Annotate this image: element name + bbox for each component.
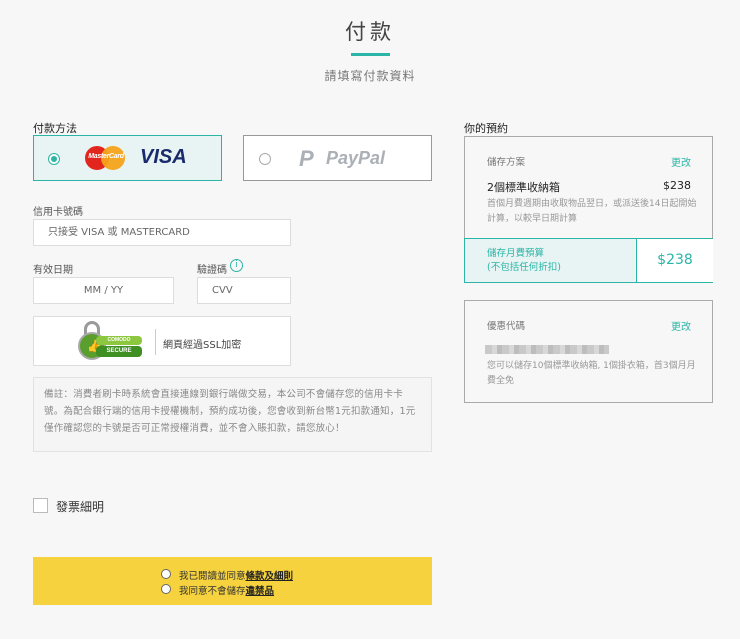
order-total: 儲存月費預算 (不包括任何折扣) $238 — [464, 238, 713, 283]
comodo-secure-seal: 👍 COMODO SECURE — [78, 321, 150, 363]
payment-option-paypal[interactable]: P PayPal — [243, 135, 432, 181]
order-summary: 儲存方案 更改 2個標準收納箱 $238 首個月費週期由收取物品翌日，或派送後1… — [464, 136, 713, 283]
plan-edit-link[interactable]: 更改 — [671, 154, 691, 169]
agree-terms-text: 我已閱讀並同意 — [179, 571, 246, 582]
total-price: $238 — [637, 239, 713, 282]
mastercard-logo: MasterCard — [85, 144, 125, 172]
ssl-badge: 👍 COMODO SECURE 網頁經過SSL加密 — [33, 316, 291, 366]
promo-box: 優惠代碼 更改 您可以儲存10個標準收納箱, 1個掛衣箱，首3個月月費全免 — [464, 300, 713, 403]
title-underline — [351, 53, 390, 56]
ssl-divider — [155, 329, 156, 355]
payment-option-card[interactable]: MasterCard VISA — [33, 135, 222, 181]
invoice-label: 發票細明 — [56, 500, 105, 514]
plan-label: 儲存方案 — [487, 157, 526, 168]
order-item-name: 2個標準收納箱 — [487, 181, 560, 194]
agree-terms-radio[interactable] — [161, 569, 171, 579]
total-label: 儲存月費預算 (不包括任何折扣) — [487, 247, 561, 275]
paypal-radio[interactable] — [259, 153, 271, 165]
visa-logo: VISA — [140, 146, 187, 168]
promo-desc: 您可以儲存10個標準收納箱, 1個掛衣箱，首3個月月費全免 — [487, 361, 696, 386]
prohibited-items-link[interactable]: 違禁品 — [246, 586, 275, 597]
seal-top-text: COMODO — [96, 336, 142, 345]
mastercard-wordmark: MasterCard — [88, 153, 124, 160]
order-item-desc: 首個月費週期由收取物品翌日，或派送後14日起開始計算，以較早日期計算 — [487, 199, 697, 224]
ssl-text: 網頁經過SSL加密 — [163, 340, 242, 351]
expiry-label: 有效日期 — [33, 265, 73, 276]
agree-prohibited-text: 我同意不會儲存 — [179, 586, 246, 597]
promo-code-redacted — [485, 345, 609, 354]
card-number-input[interactable]: 只接受 VISA 或 MASTERCARD — [33, 219, 291, 246]
cvv-label: 驗證碼 — [197, 265, 227, 276]
order-section-label: 你的預約 — [464, 122, 508, 135]
promo-edit-link[interactable]: 更改 — [671, 318, 691, 333]
card-number-label: 信用卡號碼 — [33, 207, 83, 218]
total-label-line1: 儲存月費預算 — [487, 248, 545, 259]
paypal-wordmark: PayPal — [326, 148, 386, 168]
agreement-panel: 我已閱讀並同意條款及細則 我同意不會儲存違禁品 — [33, 557, 432, 605]
agree-prohibited-radio[interactable] — [161, 584, 171, 594]
order-item-price: $238 — [663, 179, 691, 192]
invoice-checkbox[interactable] — [33, 498, 48, 513]
seal-bottom-text: SECURE — [96, 346, 142, 357]
info-icon[interactable]: i — [230, 259, 243, 272]
page-subtitle: 請填寫付款資料 — [324, 69, 416, 83]
expiry-input[interactable]: MM / YY — [33, 277, 174, 304]
terms-link[interactable]: 條款及細則 — [246, 571, 294, 582]
card-radio[interactable] — [48, 153, 60, 165]
page-title: 付款 — [345, 20, 395, 44]
total-label-line2: (不包括任何折扣) — [487, 262, 561, 273]
payment-note: 備註：消費者刷卡時系統會直接連線到銀行端做交易，本公司不會儲存您的信用卡卡號。為… — [33, 377, 432, 452]
cvv-input[interactable]: CVV — [197, 277, 291, 304]
payment-method-label: 付款方法 — [33, 122, 77, 135]
promo-label: 優惠代碼 — [487, 321, 526, 332]
